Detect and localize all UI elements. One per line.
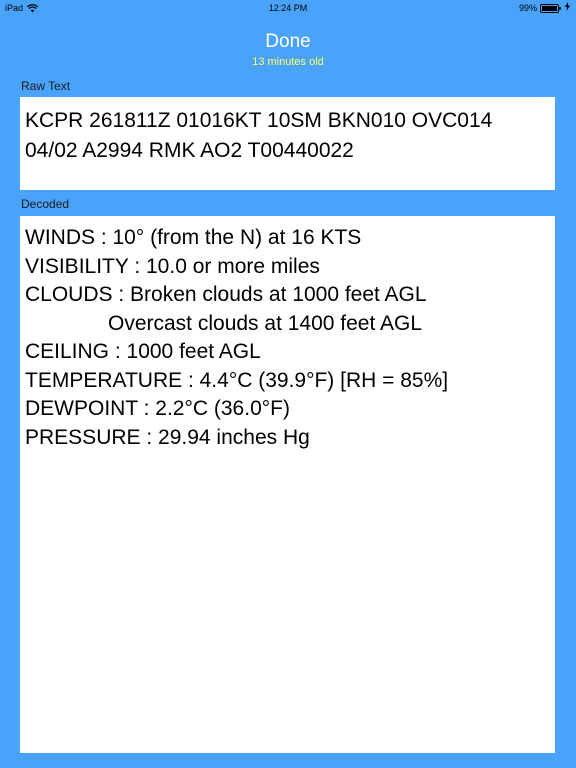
status-time: 12:24 PM <box>268 3 308 13</box>
status-bar: iPad 12:24 PM 99% <box>0 0 576 16</box>
decoded-clouds-continued: Overcast clouds at 1400 feet AGL <box>108 311 423 335</box>
decoded-visibility: VISIBILITY : 10.0 or more miles <box>25 254 320 278</box>
raw-metar-text: KCPR 261811Z 01016KT 10SM BKN010 OVC014 … <box>25 106 550 166</box>
battery-icon <box>540 3 562 13</box>
decoded-text: WINDS : 10° (from the N) at 16 KTS VISIB… <box>25 224 550 452</box>
done-button[interactable]: Done <box>0 30 576 54</box>
charging-bolt-icon <box>565 0 570 16</box>
decoded-pressure: PRESSURE : 29.94 inches Hg <box>25 425 310 449</box>
decoded-label: Decoded <box>21 197 70 211</box>
raw-text-box: KCPR 261811Z 01016KT 10SM BKN010 OVC014 … <box>20 97 555 190</box>
status-right: 99% <box>519 0 570 16</box>
raw-line-2: 04/02 A2994 RMK AO2 T00440022 <box>25 139 354 162</box>
decoded-dewpoint: DEWPOINT : 2.2°C (36.0°F) <box>25 397 290 420</box>
raw-text-label: Raw Text <box>21 79 71 93</box>
decoded-ceiling: CEILING : 1000 feet AGL <box>25 340 261 363</box>
decoded-clouds: CLOUDS : Broken clouds at 1000 feet AGL <box>25 283 427 306</box>
decoded-box: WINDS : 10° (from the N) at 16 KTS VISIB… <box>20 216 555 753</box>
battery-percent: 99% <box>518 3 537 13</box>
raw-line-1: KCPR 261811Z 01016KT 10SM BKN010 OVC014 <box>25 109 493 132</box>
decoded-winds: WINDS : 10° (from the N) at 16 KTS <box>25 226 362 249</box>
decoded-temperature: TEMPERATURE : 4.4°C (39.9°F) [RH = 85%] <box>25 368 449 392</box>
header: Done 13 minutes old <box>0 30 576 69</box>
report-age: 13 minutes old <box>252 56 324 68</box>
